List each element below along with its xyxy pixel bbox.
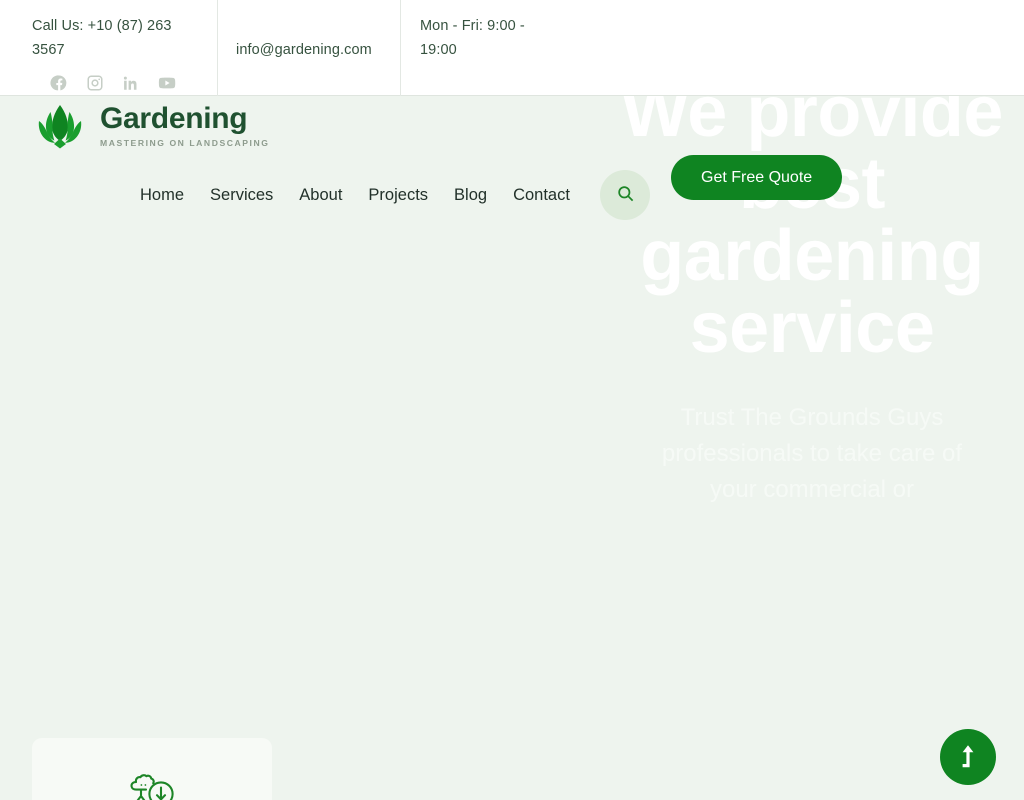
instagram-icon[interactable]	[86, 74, 104, 92]
brand-logo[interactable]: Gardening MASTERING ON LANDSCAPING	[32, 101, 269, 149]
nav-item-about[interactable]: About	[299, 182, 360, 208]
top-contact-bar: Call Us: +10 (87) 263 3567 info@gardenin…	[0, 0, 1024, 96]
topbar-divider-1	[217, 0, 218, 96]
nav-item-blog[interactable]: Blog	[454, 182, 505, 208]
get-free-quote-button[interactable]: Get Free Quote	[671, 155, 843, 200]
nav-item-home[interactable]: Home	[140, 182, 202, 208]
topbar-email[interactable]: info@gardening.com	[236, 38, 416, 62]
landing-page: We provide best gardening service Trust …	[0, 0, 1024, 800]
service-card[interactable]	[32, 738, 272, 800]
nav-item-projects[interactable]: Projects	[368, 182, 446, 208]
search-icon	[616, 184, 635, 206]
hero-subtitle: Trust The Grounds Guys professionals to …	[661, 404, 963, 503]
nav-item-contact[interactable]: Contact	[513, 182, 570, 208]
arrow-up-icon	[957, 744, 979, 771]
tree-trimming-icon	[124, 768, 180, 800]
linkedin-icon[interactable]	[122, 74, 140, 92]
youtube-icon[interactable]	[158, 74, 176, 92]
nav-item-services[interactable]: Services	[210, 182, 291, 208]
search-button[interactable]	[600, 170, 650, 220]
hero-heading: We provide best gardening service	[621, 72, 1003, 368]
facebook-icon[interactable]	[50, 74, 68, 92]
social-links	[50, 74, 176, 92]
brand-name: Gardening	[100, 101, 248, 135]
lotus-flower-icon	[32, 101, 88, 149]
main-navigation: Home Services About Projects Blog Contac…	[140, 182, 570, 208]
scroll-to-top-button[interactable]	[940, 729, 996, 785]
brand-tagline: MASTERING ON LANDSCAPING	[100, 137, 270, 148]
topbar-phone[interactable]: Call Us: +10 (87) 263 3567	[32, 14, 197, 62]
topbar-hours: Mon - Fri: 9:00 - 19:00	[420, 18, 525, 58]
